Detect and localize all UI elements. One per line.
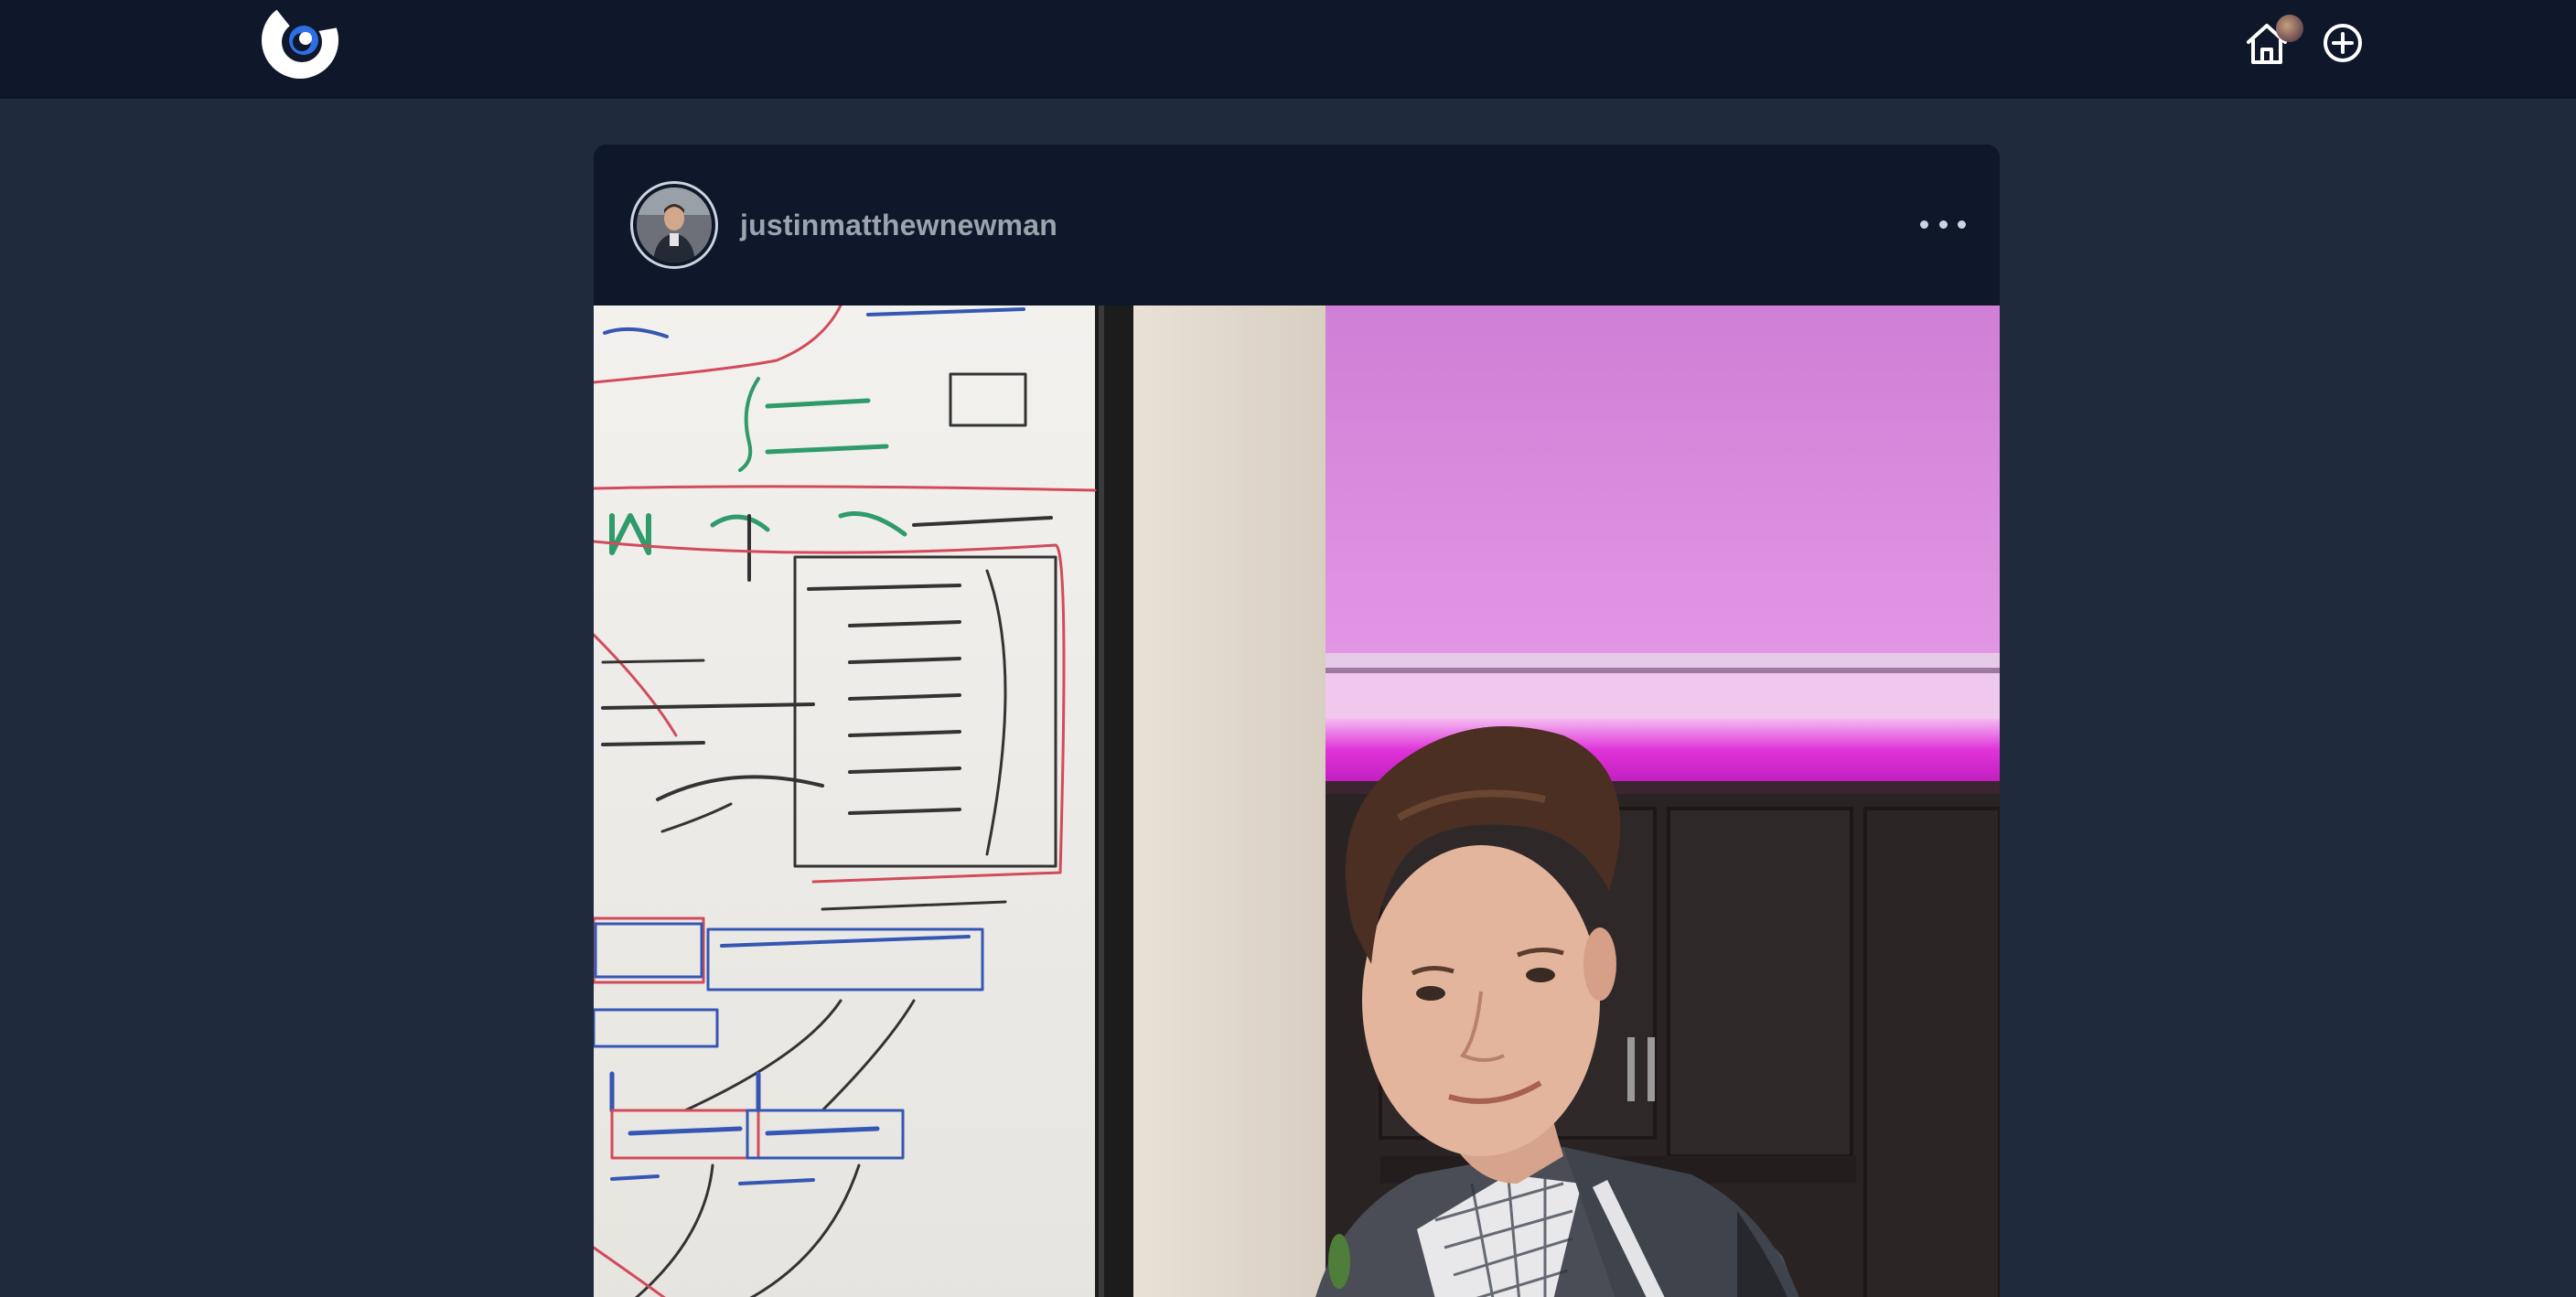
post-author-username[interactable]: justinmatthewnewman <box>740 209 1057 242</box>
more-horizontal-icon[interactable] <box>1920 210 1966 238</box>
top-navigation-bar <box>0 0 2576 99</box>
post-header: justinmatthewnewman <box>594 145 2000 305</box>
post-author-avatar[interactable] <box>630 181 718 269</box>
post-photo <box>594 305 2000 1297</box>
notification-avatar[interactable] <box>2276 15 2303 42</box>
post-card: justinmatthewnewman <box>594 145 2000 1297</box>
app-logo-icon[interactable] <box>258 0 344 84</box>
plus-circle-icon[interactable] <box>2322 22 2364 64</box>
post-image[interactable] <box>594 305 2000 1297</box>
